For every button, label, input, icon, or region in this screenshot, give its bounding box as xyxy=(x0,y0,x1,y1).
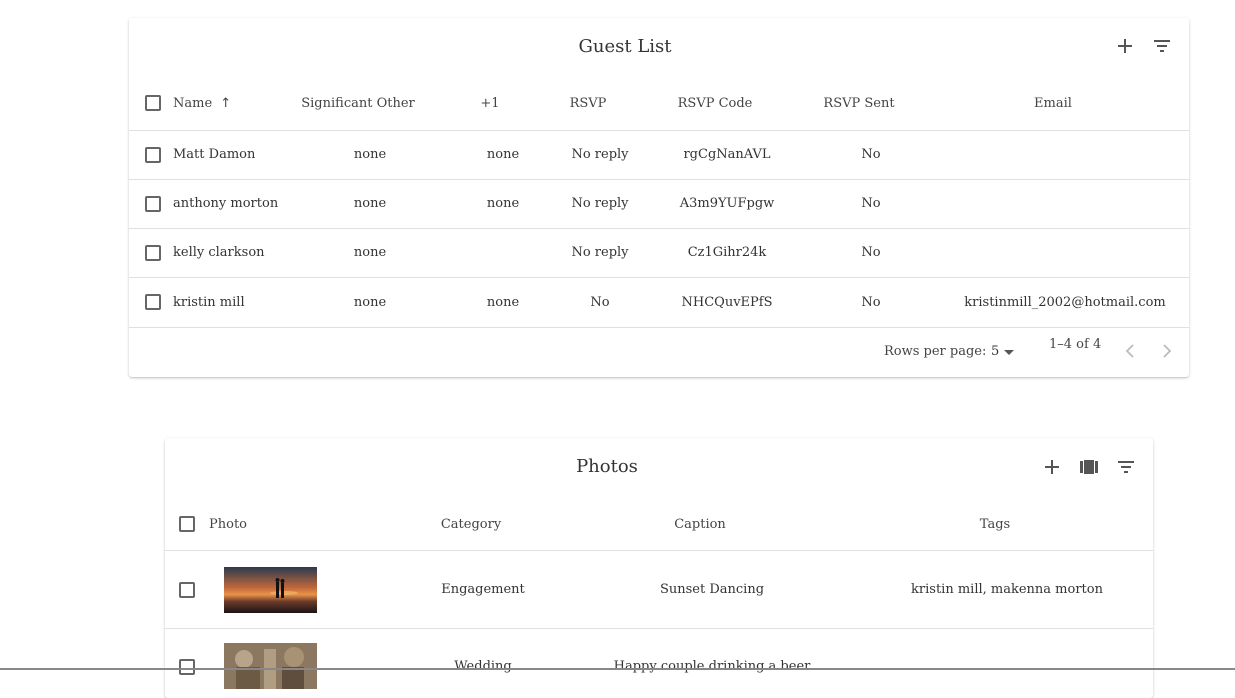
column-header-email[interactable]: Email xyxy=(1034,96,1072,111)
divider xyxy=(129,228,1189,229)
guest-significant-other: none xyxy=(353,147,387,162)
rows-per-page-value: 5 xyxy=(991,344,1000,359)
divider xyxy=(129,179,1189,180)
guest-email: kristinmill_2002@hotmail.com xyxy=(964,295,1166,310)
filter-list-icon xyxy=(1118,461,1134,473)
divider xyxy=(129,327,1189,328)
filter-photos-button[interactable] xyxy=(1114,455,1138,479)
guest-rsvp-code: A3m9YUFpgw xyxy=(679,196,775,211)
column-header-rsvp[interactable]: RSVP xyxy=(570,96,607,111)
column-header-photo[interactable]: Photo xyxy=(209,517,247,532)
guest-rsvp: No reply xyxy=(571,196,629,211)
select-all-photos-checkbox[interactable] xyxy=(179,516,195,532)
row-checkbox[interactable] xyxy=(145,245,161,261)
guest-rsvp: No xyxy=(590,295,610,310)
guest-name: kelly clarkson xyxy=(173,245,265,260)
guest-name: kristin mill xyxy=(173,295,245,310)
photos-title: Photos xyxy=(576,456,638,477)
column-header-name[interactable]: Name ↑ xyxy=(173,96,231,111)
select-all-guests-checkbox[interactable] xyxy=(145,95,161,111)
guest-rsvp-sent: No xyxy=(861,147,881,162)
guest-name: Matt Damon xyxy=(173,147,256,162)
guest-plus-one: none xyxy=(486,196,520,211)
guest-rsvp: No reply xyxy=(571,147,629,162)
photo-caption: Sunset Dancing xyxy=(659,582,765,597)
guest-name: anthony morton xyxy=(173,196,279,211)
guest-list-title: Guest List xyxy=(578,36,672,57)
guest-rsvp-sent: No xyxy=(861,196,881,211)
add-guest-button[interactable] xyxy=(1113,34,1137,58)
guest-rsvp-code: NHCQuvEPfS xyxy=(681,295,773,310)
photo-category: Wedding xyxy=(454,659,512,674)
guest-rsvp-code: Cz1Gihr24k xyxy=(687,245,767,260)
column-header-name-label: Name xyxy=(173,96,213,111)
row-checkbox[interactable] xyxy=(179,582,195,598)
sunset-photo-image xyxy=(224,567,317,613)
row-checkbox[interactable] xyxy=(145,196,161,212)
column-header-rsvp-sent[interactable]: RSVP Sent xyxy=(823,96,894,111)
add-photo-button[interactable] xyxy=(1040,455,1064,479)
photo-thumbnail[interactable] xyxy=(224,567,317,613)
photo-thumbnail[interactable] xyxy=(224,643,317,689)
chevron-right-icon xyxy=(1163,344,1172,358)
pagination-range: 1–4 of 4 xyxy=(1049,337,1102,352)
rows-per-page-select[interactable]: 5 xyxy=(985,338,1019,362)
guest-significant-other: none xyxy=(353,245,387,260)
plus-icon xyxy=(1045,460,1059,474)
photos-table: Photos Photo Category Caption Tags Engag… xyxy=(165,438,1153,698)
arrow-up-icon: ↑ xyxy=(220,96,232,111)
photo-caption: Happy couple drinking a beer xyxy=(613,659,811,674)
view-column-icon xyxy=(1080,460,1098,474)
divider xyxy=(165,628,1153,629)
divider xyxy=(129,277,1189,278)
photo-category: Engagement xyxy=(441,582,525,597)
guest-rsvp-sent: No xyxy=(861,295,881,310)
plus-icon xyxy=(1118,39,1132,53)
column-header-plus-one[interactable]: +1 xyxy=(480,96,499,111)
rows-per-page-label: Rows per page: xyxy=(884,344,987,359)
guest-rsvp: No reply xyxy=(571,245,629,260)
photo-tags: kristin mill, makenna morton xyxy=(911,582,1103,597)
divider xyxy=(129,130,1189,131)
caret-down-icon xyxy=(1004,350,1014,355)
previous-page-button[interactable] xyxy=(1118,339,1142,363)
column-header-category[interactable]: Category xyxy=(441,517,501,532)
chevron-left-icon xyxy=(1125,344,1134,358)
guest-plus-one: none xyxy=(486,147,520,162)
filter-guests-button[interactable] xyxy=(1150,34,1174,58)
guest-plus-one: none xyxy=(486,295,520,310)
row-checkbox[interactable] xyxy=(145,294,161,310)
row-checkbox[interactable] xyxy=(145,147,161,163)
view-columns-button[interactable] xyxy=(1077,455,1101,479)
guest-significant-other: none xyxy=(353,196,387,211)
guest-list-table: Guest List Name ↑ Significant Other +1 R… xyxy=(129,18,1189,377)
wedding-photo-image xyxy=(224,643,317,689)
column-header-significant-other[interactable]: Significant Other xyxy=(301,96,415,111)
column-header-rsvp-code[interactable]: RSVP Code xyxy=(678,96,753,111)
column-header-tags[interactable]: Tags xyxy=(980,517,1010,532)
guest-significant-other: none xyxy=(353,295,387,310)
divider xyxy=(165,550,1153,551)
column-header-caption[interactable]: Caption xyxy=(674,517,726,532)
next-page-button[interactable] xyxy=(1155,339,1179,363)
row-checkbox[interactable] xyxy=(179,659,195,675)
filter-list-icon xyxy=(1154,40,1170,52)
guest-rsvp-code: rgCgNanAVL xyxy=(683,147,771,162)
guest-rsvp-sent: No xyxy=(861,245,881,260)
